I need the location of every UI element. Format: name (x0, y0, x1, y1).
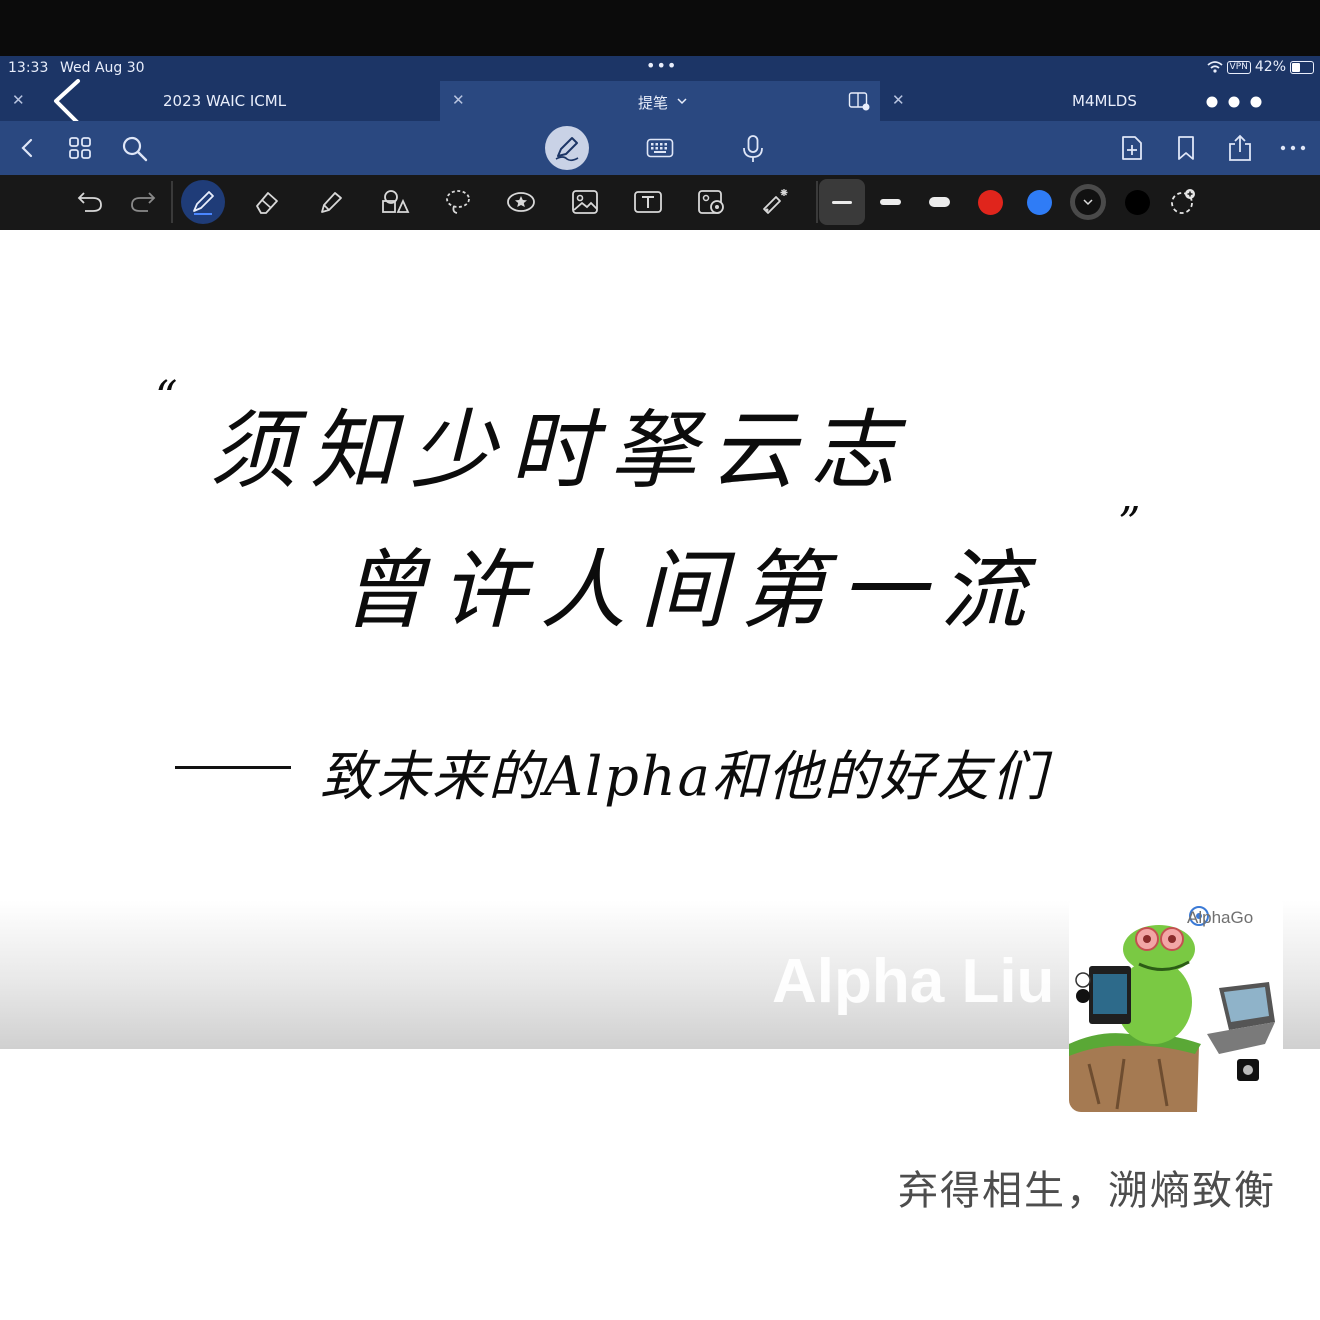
chevron-down-icon (1083, 199, 1093, 206)
status-date: Wed Aug 30 (60, 60, 145, 76)
tab-label: M4MLDS (1072, 92, 1137, 110)
color-blue-swatch[interactable] (1027, 190, 1052, 215)
document-tabs: ✕ 2023 WAIC ICML ✕ 提笔 ✕ M4MLDS (0, 79, 1320, 125)
multitask-dots[interactable]: ••• (646, 56, 677, 75)
more-icon[interactable] (1280, 145, 1306, 151)
tab-2023-waic-icml[interactable]: ✕ 2023 WAIC ICML (0, 79, 440, 125)
color-red-swatch[interactable] (978, 190, 1003, 215)
caption-text: 弃得相生，溯熵致衡 (898, 1168, 1276, 1214)
color-black-swatch[interactable] (1125, 190, 1150, 215)
laser-icon[interactable] (760, 187, 790, 217)
close-tab-icon[interactable]: ✕ (12, 91, 25, 109)
keyboard-icon[interactable] (646, 138, 674, 158)
eraser-icon[interactable] (253, 188, 281, 216)
more-dots-icon[interactable] (1204, 94, 1264, 110)
close-tab-icon[interactable]: ✕ (452, 91, 465, 109)
status-time: 13:33 (8, 60, 49, 76)
stroke-thin-button[interactable] (819, 179, 865, 225)
lasso-icon[interactable] (444, 188, 472, 216)
alphago-sticker: AlphaGo (1069, 894, 1283, 1112)
redo-icon[interactable] (129, 189, 157, 215)
sticker-icon[interactable] (506, 188, 536, 216)
stroke-medium-button[interactable] (880, 199, 901, 205)
camera-icon[interactable] (697, 188, 727, 216)
main-toolbar (0, 121, 1320, 175)
handwriting-line-1: 须知少时拏云志 (210, 401, 910, 501)
text-icon[interactable] (633, 189, 663, 215)
battery-icon (1290, 60, 1314, 74)
battery-percent: 42% (1254, 59, 1286, 75)
tab-current-note[interactable]: ✕ 提笔 (440, 81, 880, 121)
chevron-down-icon[interactable] (677, 98, 687, 106)
alphago-brand-text: AlphaGo (1187, 908, 1254, 927)
handwriting-line-2: 曾许人间第一流 (340, 541, 1040, 641)
add-color-icon[interactable] (1167, 186, 1199, 218)
handwriting-dedication: 致未来的Alpha和他的好友们 (320, 745, 1048, 808)
bookmark-icon[interactable] (1175, 135, 1197, 161)
back-chevron-icon[interactable] (50, 79, 84, 127)
pen-tool-button[interactable] (181, 180, 225, 224)
status-indicators: VPN 42% (1206, 59, 1314, 75)
top-bezel (0, 0, 1320, 56)
wifi-icon (1206, 61, 1223, 73)
pen-icon (193, 191, 214, 215)
open-quote: “ (155, 372, 178, 423)
divider (171, 181, 173, 223)
pen-mode-button[interactable] (545, 126, 589, 170)
split-view-icon[interactable] (848, 91, 870, 111)
share-icon[interactable] (1226, 133, 1254, 163)
stroke-thick-button[interactable] (929, 197, 950, 207)
color-selected-swatch[interactable] (1070, 184, 1106, 220)
undo-icon[interactable] (76, 189, 104, 215)
add-page-icon[interactable] (1120, 134, 1144, 162)
divider (816, 181, 818, 223)
microphone-icon[interactable] (741, 134, 765, 164)
shapes-icon[interactable] (380, 188, 410, 216)
tab-label: 2023 WAIC ICML (163, 92, 287, 110)
watermark-text: Alpha Liu (772, 947, 1055, 1016)
image-icon[interactable] (571, 189, 599, 215)
stroke-thin-sample (832, 201, 852, 204)
em-dash-stroke (175, 766, 291, 769)
vpn-badge: VPN (1226, 60, 1251, 74)
close-tab-icon[interactable]: ✕ (892, 91, 905, 109)
tab-m4mlds[interactable]: ✕ M4MLDS (880, 81, 1320, 121)
tab-label: 提笔 (638, 94, 669, 112)
highlighter-icon[interactable] (317, 188, 345, 216)
back-icon[interactable] (18, 137, 36, 159)
close-quote: ” (1118, 498, 1141, 549)
search-icon[interactable] (121, 135, 149, 163)
pen-mode-icon (555, 137, 579, 162)
pen-tools-bar (0, 175, 1320, 230)
grid-icon[interactable] (68, 136, 92, 160)
status-bar: 13:33 Wed Aug 30 ••• VPN 42% (0, 56, 1320, 81)
